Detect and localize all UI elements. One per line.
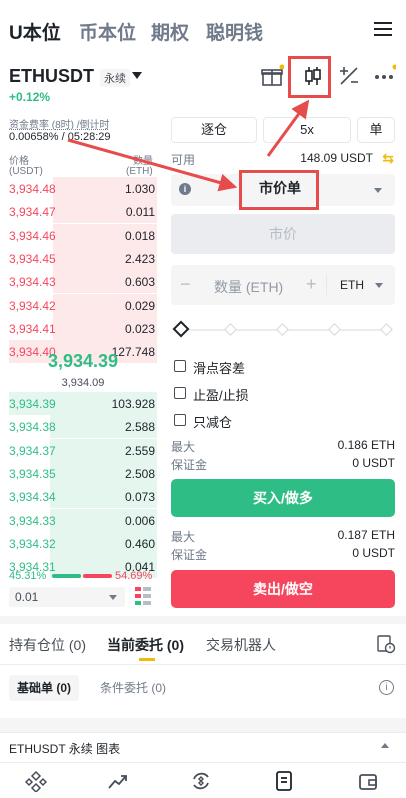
section-separator [0,616,406,624]
trade-icon[interactable] [190,770,212,792]
subtab-basic-orders[interactable]: 基础单 (0) [9,675,80,701]
order-history-icon[interactable] [376,634,396,654]
divider [0,664,406,665]
info-icon[interactable]: i [379,680,394,695]
home-icon[interactable] [25,770,47,792]
active-tab-indicator [139,658,155,661]
futures-icon[interactable] [273,770,295,792]
chevron-up-icon[interactable] [381,743,389,748]
section-separator [0,718,406,732]
tab-open-orders[interactable]: 当前委托 (0) [107,635,184,655]
subtab-conditional-orders[interactable]: 条件委托 (0) [92,675,174,701]
tab-trading-bots[interactable]: 交易机器人 [206,635,276,655]
chart-bar-label: ETHUSDT 永续 图表 [9,742,121,756]
wallet-icon[interactable] [357,770,379,792]
tab-positions[interactable]: 持有仓位 (0) [9,635,86,655]
markets-icon[interactable] [107,770,129,792]
